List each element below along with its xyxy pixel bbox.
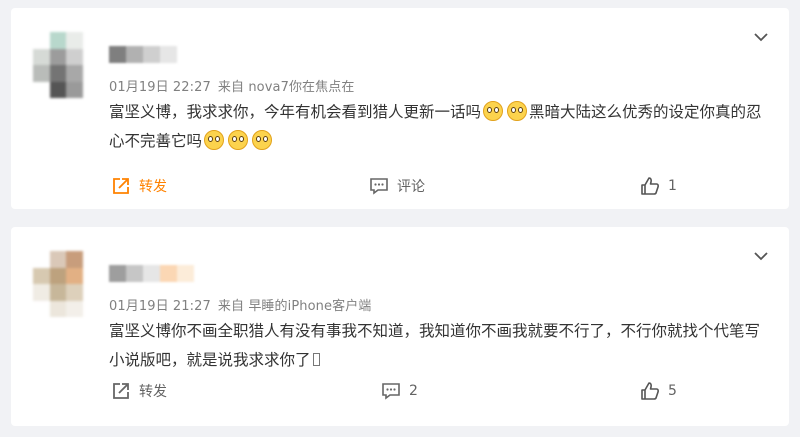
avatar[interactable] [33, 32, 99, 98]
chevron-down-icon[interactable] [754, 251, 768, 261]
chevron-down-icon[interactable] [754, 32, 768, 42]
action-bar: 转发 评论 1 [11, 175, 789, 197]
repost-label: 转发 [139, 179, 167, 195]
avatar[interactable] [33, 251, 99, 317]
comment-card: 01月19日 21:27 来自 早睡的iPhone客户端 富坚义博你不画全职猎人有… [11, 227, 789, 426]
comment-label: 评论 [397, 179, 425, 195]
comment-text: 富坚义博你不画全职猎人有没有事我不知道，我知道你不画我就要不行了，不行你就找个代… [109, 317, 769, 375]
like-count: 5 [668, 383, 677, 399]
repost-icon [113, 178, 129, 194]
like-button[interactable]: 1 [640, 175, 677, 197]
thumbs-up-icon [641, 382, 659, 400]
comment-icon [370, 178, 388, 195]
pleading-face-icon [204, 130, 225, 150]
repost-button[interactable]: 转发 [111, 175, 167, 197]
thumbs-up-icon [641, 177, 659, 195]
repost-label: 转发 [139, 384, 167, 400]
comment-time: 01月19日 22:27 [109, 80, 211, 95]
comment-text-body: 富坚义博你不画全职猎人有没有事我不知道，我知道你不画我就要不行了，不行你就找个代… [109, 322, 761, 369]
comment-text-part1: 富坚义博，我求求你，今年有机会看到猎人更新一话吗 [109, 103, 482, 121]
missing-glyph-icon [312, 353, 320, 366]
like-count: 1 [668, 178, 677, 194]
comment-count: 2 [409, 383, 418, 399]
comment-button[interactable]: 2 [381, 380, 418, 402]
comment-icon [382, 383, 400, 400]
username-blurred[interactable] [109, 46, 177, 63]
action-bar: 转发 2 5 [11, 380, 789, 402]
comment-time: 01月19日 21:27 [109, 299, 211, 314]
comment-source: 来自 早睡的iPhone客户端 [217, 299, 372, 314]
repost-icon [113, 383, 129, 399]
pleading-face-icon [252, 130, 273, 150]
comment-source: 来自 nova7你在焦点在 [217, 80, 355, 95]
comment-button[interactable]: 评论 [369, 175, 425, 197]
pleading-face-icon [483, 101, 504, 121]
comment-card: 01月19日 22:27 来自 nova7你在焦点在 富坚义博，我求求你，今年有机… [11, 8, 789, 209]
comment-text: 富坚义博，我求求你，今年有机会看到猎人更新一话吗 黑暗大陆这么优秀的设定你真的忍心… [109, 98, 769, 156]
comment-meta: 01月19日 21:27 来自 早睡的iPhone客户端 [109, 295, 371, 314]
pleading-face-icon [228, 130, 249, 150]
username-blurred[interactable] [109, 265, 194, 282]
like-button[interactable]: 5 [640, 380, 677, 402]
pleading-face-icon [507, 101, 528, 121]
repost-button[interactable]: 转发 [111, 380, 167, 402]
comment-meta: 01月19日 22:27 来自 nova7你在焦点在 [109, 76, 354, 95]
